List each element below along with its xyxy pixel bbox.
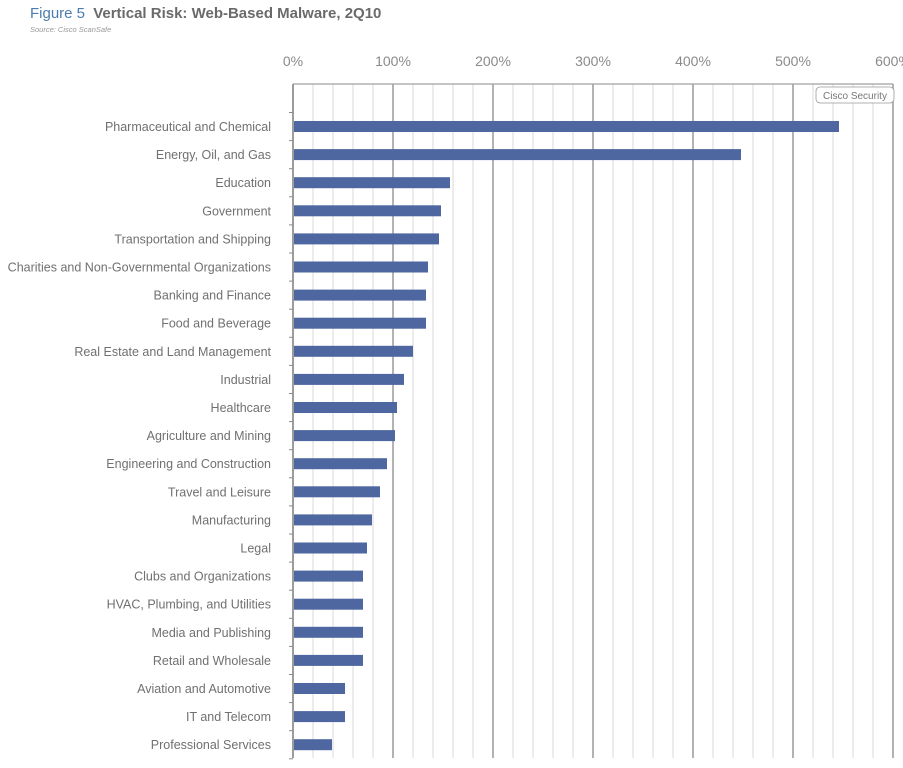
category-label: Government [202, 204, 271, 218]
x-tick-label: 300% [575, 53, 611, 69]
bar [294, 373, 404, 385]
badge-label: Cisco Security [823, 91, 887, 102]
bar [294, 261, 428, 273]
bars [294, 121, 839, 751]
bar [294, 430, 395, 442]
bar [294, 514, 372, 526]
category-labels: Pharmaceutical and Chemical Energy, Oil, … [8, 120, 272, 752]
bar [294, 317, 426, 329]
category-label: Engineering and Construction [106, 457, 271, 471]
category-label: Aviation and Automotive [137, 682, 271, 696]
x-tick-label: 100% [375, 53, 411, 69]
bar [294, 654, 363, 666]
bar [294, 149, 741, 161]
bar [294, 683, 345, 694]
category-label: Healthcare [211, 401, 271, 415]
category-label: Banking and Finance [154, 289, 271, 303]
bar [294, 177, 450, 189]
category-label: Travel and Leisure [168, 485, 271, 499]
cisco-security-badge: Cisco Security [815, 86, 895, 104]
x-tick-label: 500% [775, 53, 811, 69]
category-label: Media and Publishing [151, 626, 271, 640]
bar [294, 570, 363, 582]
category-label: Charities and Non-Governmental Organizat… [8, 261, 271, 275]
category-label: HVAC, Plumbing, and Utilities [107, 598, 271, 612]
category-label: Energy, Oil, and Gas [156, 148, 271, 162]
bar [294, 542, 367, 554]
bar [294, 233, 439, 245]
x-tick-label: 600% [875, 53, 903, 69]
category-label: IT and Telecom [186, 710, 271, 724]
bar [294, 598, 363, 610]
category-label: Food and Beverage [161, 317, 271, 331]
x-tick-label: 0% [283, 53, 303, 69]
category-label: Legal [240, 542, 271, 556]
bar-chart: 0% 100% 200% 300% 400% 500% 600% Pharmaceutica… [8, 53, 903, 760]
bar [294, 289, 426, 301]
bar [294, 121, 839, 132]
bar [294, 458, 387, 470]
category-label: Clubs and Organizations [134, 570, 271, 584]
bar [294, 711, 345, 723]
bar [294, 739, 332, 751]
category-label: Retail and Wholesale [153, 654, 271, 668]
category-label: Education [215, 176, 271, 190]
category-label: Industrial [220, 373, 271, 387]
category-label: Agriculture and Mining [147, 429, 271, 443]
category-label: Transportation and Shipping [114, 232, 271, 246]
bar [294, 486, 380, 498]
x-tick-label: 200% [475, 53, 511, 69]
x-tick-label: 400% [675, 53, 711, 69]
bar [294, 205, 441, 217]
bar [294, 345, 413, 357]
x-axis-ticks: 0% 100% 200% 300% 400% 500% 600% [283, 53, 903, 69]
bar [294, 402, 397, 413]
category-label: Professional Services [151, 738, 271, 752]
category-label: Real Estate and Land Management [74, 345, 271, 359]
category-label: Manufacturing [192, 513, 271, 527]
category-label: Pharmaceutical and Chemical [105, 120, 271, 134]
bar [294, 626, 363, 638]
